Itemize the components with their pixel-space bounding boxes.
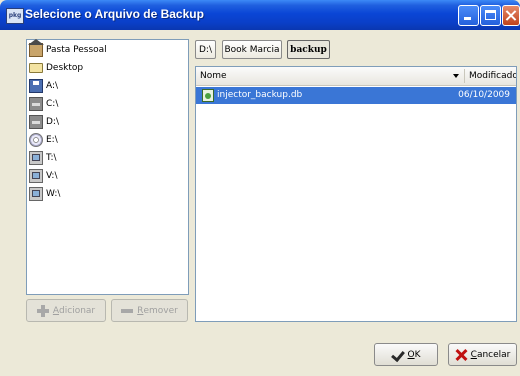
place-item-d-drive[interactable]: D:\ [29, 113, 59, 131]
path-segment-book-marcia[interactable]: Book Marcia [222, 40, 282, 59]
remove-bookmark-button[interactable]: Remover [111, 299, 188, 322]
remove-label: emover [143, 305, 178, 316]
network-drive-icon [29, 151, 43, 165]
column-header-name[interactable]: Nome [200, 71, 227, 81]
file-list-header: Nome Modificado [196, 67, 516, 86]
ok-button[interactable]: OK [374, 343, 438, 366]
database-file-icon [202, 89, 214, 102]
file-list: Nome Modificado injector_backup.db 06/10… [195, 66, 517, 322]
column-divider[interactable] [464, 69, 465, 83]
file-name: injector_backup.db [217, 90, 303, 100]
folder-icon [29, 63, 43, 73]
sort-down-icon [453, 74, 459, 78]
cancel-button[interactable]: Cancelar [448, 343, 517, 366]
place-item-w-drive[interactable]: W:\ [29, 185, 60, 203]
places-sidebar: Pasta Pessoal Desktop A:\ C:\ D:\ E:\ T:… [26, 39, 189, 295]
place-label: D:\ [46, 117, 59, 127]
remove-icon [121, 305, 134, 317]
minimize-button[interactable] [458, 5, 479, 26]
place-item-home[interactable]: Pasta Pessoal [28, 39, 107, 59]
ok-label-mnemonic: O [407, 349, 415, 360]
place-item-desktop[interactable]: Desktop [29, 59, 83, 77]
add-bookmark-button[interactable]: Adicionar [26, 299, 106, 322]
add-icon [36, 304, 49, 317]
path-segment-d-drive[interactable]: D:\ [195, 40, 216, 59]
ok-icon [392, 349, 404, 361]
place-label: V:\ [46, 171, 58, 181]
cd-drive-icon [29, 133, 43, 147]
path-segment-backup[interactable]: backup [287, 40, 330, 59]
place-label: C:\ [46, 99, 59, 109]
app-icon: pkg [6, 8, 24, 24]
column-header-modified[interactable]: Modificado [469, 71, 516, 81]
place-label: E:\ [46, 135, 58, 145]
window-title: Selecione o Arquivo de Backup [25, 7, 204, 21]
close-button[interactable] [502, 5, 520, 26]
place-item-c-drive[interactable]: C:\ [29, 95, 58, 113]
title-bar[interactable]: pkg Selecione o Arquivo de Backup [0, 0, 520, 30]
cancel-icon [455, 349, 467, 361]
hard-drive-icon [29, 115, 43, 129]
network-drive-icon [29, 169, 43, 183]
maximize-button[interactable] [480, 5, 501, 26]
cancel-label: ancelar [476, 349, 511, 360]
place-label: Pasta Pessoal [46, 45, 107, 55]
place-item-e-drive[interactable]: E:\ [29, 131, 58, 149]
place-label: W:\ [46, 189, 61, 199]
place-label: Desktop [46, 63, 84, 73]
place-label: T:\ [46, 153, 57, 163]
add-label: dicionar [59, 305, 96, 316]
place-item-a-drive[interactable]: A:\ [29, 77, 58, 95]
home-icon [28, 39, 44, 57]
place-item-t-drive[interactable]: T:\ [29, 149, 57, 167]
file-chooser-dialog: pkg Selecione o Arquivo de Backup Pasta … [0, 0, 520, 376]
place-label: A:\ [46, 81, 59, 91]
hard-drive-icon [29, 97, 43, 111]
place-item-v-drive[interactable]: V:\ [29, 167, 58, 185]
floppy-icon [29, 79, 43, 93]
file-modified-date: 06/10/2009 [458, 90, 510, 100]
file-row[interactable]: injector_backup.db 06/10/2009 [196, 87, 516, 104]
network-drive-icon [29, 187, 43, 201]
ok-label: K [414, 349, 421, 360]
